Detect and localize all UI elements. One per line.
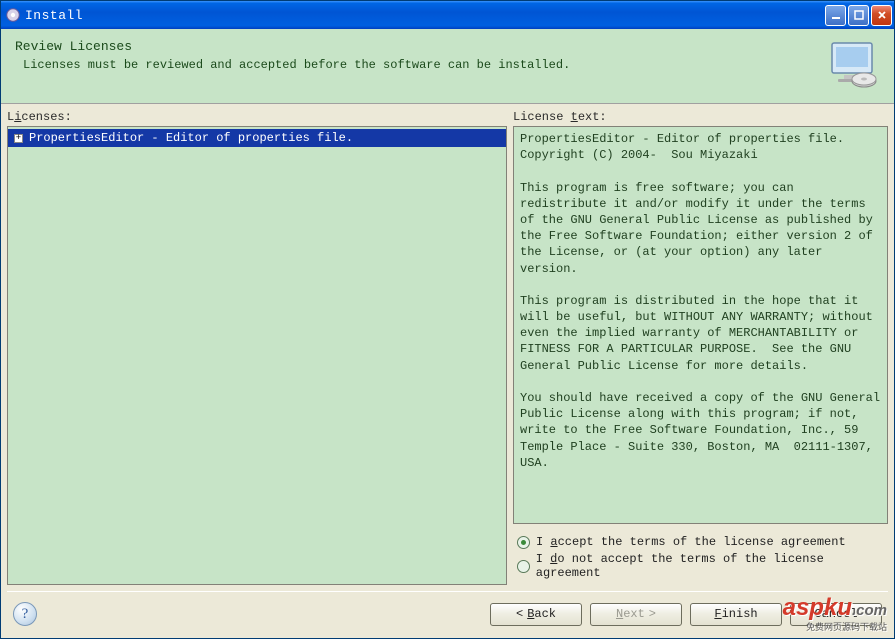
expand-icon[interactable]: + — [14, 134, 23, 143]
accept-radio[interactable]: I accept the terms of the license agreem… — [517, 535, 888, 549]
accept-radio-group: I accept the terms of the license agreem… — [513, 530, 888, 585]
close-button[interactable] — [871, 5, 892, 26]
wizard-header: Review Licenses Licenses must be reviewe… — [1, 29, 894, 104]
license-item-label: PropertiesEditor - Editor of properties … — [29, 131, 353, 145]
license-text-label: License text: — [513, 110, 888, 124]
help-button[interactable]: ? — [13, 602, 37, 626]
licenses-list[interactable]: + PropertiesEditor - Editor of propertie… — [7, 126, 507, 585]
accept-label: I accept the terms of the license agreem… — [536, 535, 846, 549]
maximize-button[interactable] — [848, 5, 869, 26]
finish-button[interactable]: Finish — [690, 603, 782, 626]
license-text-panel: License text: PropertiesEditor - Editor … — [513, 110, 888, 585]
install-icon — [824, 39, 880, 91]
titlebar[interactable]: Install — [1, 1, 894, 29]
license-item[interactable]: + PropertiesEditor - Editor of propertie… — [8, 129, 506, 147]
page-subtitle: Licenses must be reviewed and accepted b… — [23, 58, 824, 72]
next-button[interactable]: Next > — [590, 603, 682, 626]
licenses-panel: Licenses: + PropertiesEditor - Editor of… — [7, 110, 507, 585]
footer-buttons: < Back Next > Finish Cancel — [490, 603, 882, 626]
content-area: Licenses: + PropertiesEditor - Editor of… — [1, 104, 894, 585]
decline-label: I do not accept the terms of the license… — [536, 552, 888, 580]
back-button[interactable]: < Back — [490, 603, 582, 626]
window-title: Install — [25, 8, 825, 23]
titlebar-buttons — [825, 5, 892, 26]
install-window: Install Review Licenses Licenses must be… — [0, 0, 895, 639]
radio-icon — [517, 560, 530, 573]
cancel-button[interactable]: Cancel — [790, 603, 882, 626]
footer: ? < Back Next > Finish Cancel — [1, 592, 894, 638]
license-text-box[interactable]: PropertiesEditor - Editor of properties … — [513, 126, 888, 524]
page-title: Review Licenses — [15, 39, 824, 54]
licenses-label: Licenses: — [7, 110, 507, 124]
decline-radio[interactable]: I do not accept the terms of the license… — [517, 552, 888, 580]
minimize-button[interactable] — [825, 5, 846, 26]
radio-icon — [517, 536, 530, 549]
app-icon — [5, 7, 21, 23]
